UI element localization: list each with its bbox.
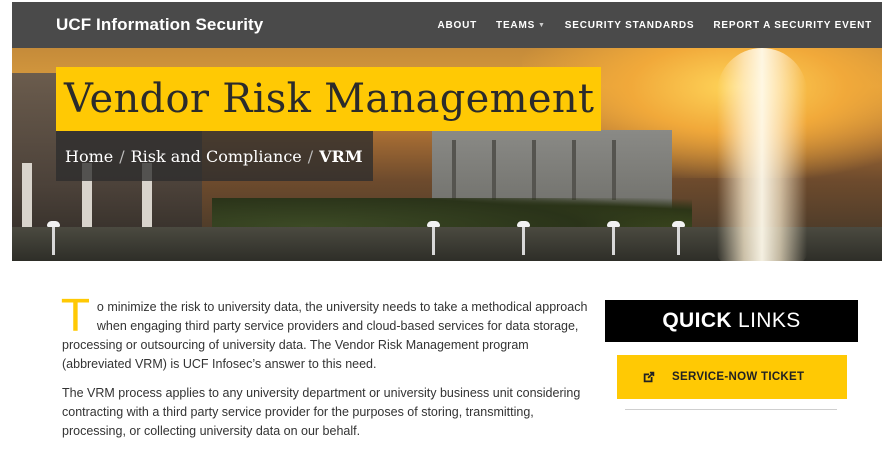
quick-links-heading: QUICK LINKS [605,300,858,342]
nav-link-security-standards[interactable]: SECURITY STANDARDS [565,20,695,31]
intro-paragraph: T o minimize the risk to university data… [62,291,597,374]
building-window [492,140,496,200]
breadcrumb: Home / Risk and Compliance / VRM [56,131,373,181]
breadcrumb-separator: / [307,146,314,166]
breadcrumb-separator: / [119,146,125,166]
lamp-post [47,221,60,255]
site-brand[interactable]: UCF Information Security [56,15,263,35]
building-window [572,140,576,200]
hero-fountain [717,48,807,261]
nav-link-teams-label: TEAMS [496,19,536,31]
drop-cap: T [62,291,89,342]
lamp-post [517,221,530,255]
service-now-ticket-button[interactable]: SERVICE-NOW TICKET [617,355,847,399]
sidebar-divider [625,409,837,410]
nav-link-about[interactable]: ABOUT [437,20,477,31]
vrm-scope-paragraph: The VRM process applies to any universit… [62,386,581,438]
quick-links-heading-bold: QUICK [662,309,732,332]
nav-link-report-security-event-label: REPORT A SECURITY EVENT [713,19,872,31]
building-window [452,140,456,200]
intro-paragraph-text: o minimize the risk to university data, … [62,300,588,371]
nav-links: ABOUT TEAMS ▼ SECURITY STANDARDS REPORT … [437,20,872,31]
page-title: Vendor Risk Management [64,76,595,122]
lamp-post [672,221,685,255]
building-window [612,140,616,200]
hero-banner: Vendor Risk Management Home / Risk and C… [12,48,882,261]
breadcrumb-risk-and-compliance[interactable]: Risk and Compliance [131,147,302,166]
nav-link-teams[interactable]: TEAMS ▼ [496,20,546,31]
page-title-box: Vendor Risk Management [56,67,601,131]
nav-link-about-label: ABOUT [437,19,478,31]
breadcrumb-home[interactable]: Home [65,147,113,166]
external-link-icon [643,371,655,383]
chevron-down-icon: ▼ [538,21,546,29]
building-window [532,140,536,200]
nav-link-report-security-event[interactable]: REPORT A SECURITY EVENT [713,20,872,31]
top-nav: UCF Information Security ABOUT TEAMS ▼ S… [12,2,882,48]
service-now-ticket-label: SERVICE-NOW TICKET [672,371,805,383]
quick-links-heading-rest: LINKS [737,309,801,332]
breadcrumb-current: VRM [319,146,363,166]
lamp-post [427,221,440,255]
nav-link-security-standards-label: SECURITY STANDARDS [564,19,695,31]
lamp-post [607,221,620,255]
main-content: T o minimize the risk to university data… [62,291,597,451]
